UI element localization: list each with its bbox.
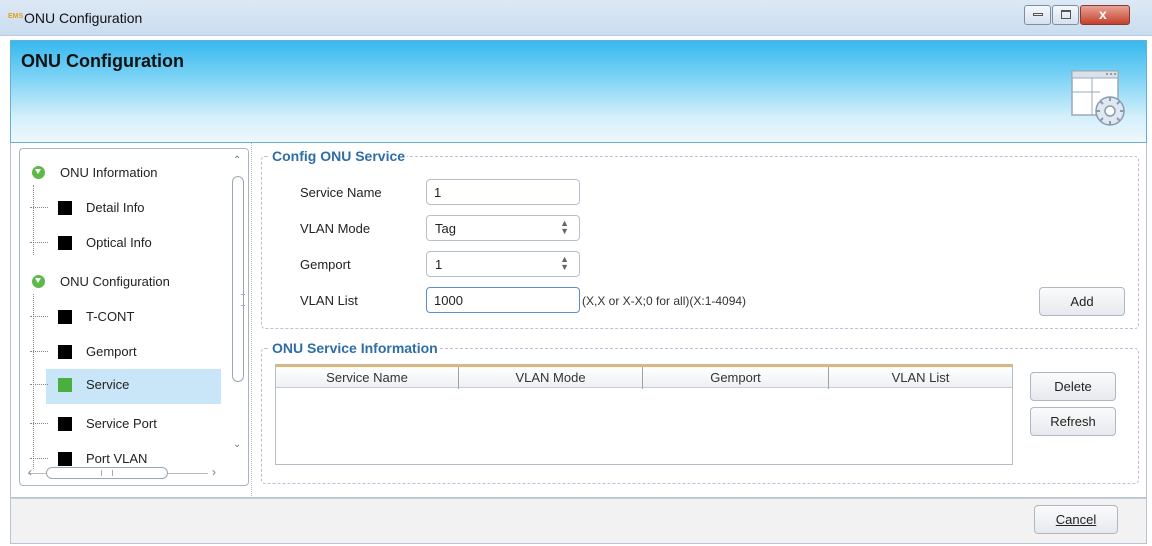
leaf-square-icon xyxy=(58,417,72,431)
page-title: ONU Configuration xyxy=(21,51,184,71)
tree-item-service[interactable]: Service xyxy=(20,369,230,404)
gemport-select[interactable]: 1 ▲ ▼ xyxy=(426,251,580,277)
column-header-service-name[interactable]: Service Name xyxy=(276,367,459,389)
maximize-button[interactable] xyxy=(1052,5,1079,25)
tree-item-detail-info[interactable]: Detail Info xyxy=(20,192,230,224)
tree-item-onu-information[interactable]: ONU Information xyxy=(20,157,230,189)
navigation-tree: ONU Information Detail Info Optical Info… xyxy=(19,148,249,486)
expand-circle-icon[interactable] xyxy=(32,166,45,179)
grip-icon xyxy=(101,470,113,476)
gemport-label: Gemport xyxy=(300,257,351,272)
tree-connector xyxy=(30,384,48,385)
vlan-mode-value: Tag xyxy=(435,221,456,236)
tree-item-gemport[interactable]: Gemport xyxy=(20,336,230,368)
service-table[interactable]: Service Name VLAN Mode Gemport VLAN List xyxy=(275,364,1013,465)
tree-item-label: Gemport xyxy=(86,344,137,359)
scroll-thumb[interactable] xyxy=(232,176,245,382)
tree-item-label: Detail Info xyxy=(86,200,145,215)
title-bar: EMS ONU Configuration x xyxy=(0,0,1152,36)
expand-circle-icon[interactable] xyxy=(32,275,45,288)
cancel-button-label: Cancel xyxy=(1055,512,1097,527)
column-header-gemport[interactable]: Gemport xyxy=(643,367,829,389)
tree-horizontal-scrollbar[interactable]: ‹ › xyxy=(20,461,228,485)
vlan-mode-label: VLAN Mode xyxy=(300,221,371,236)
grip-icon xyxy=(241,294,245,306)
scroll-down-icon[interactable]: ⌄ xyxy=(233,439,241,450)
leaf-square-icon xyxy=(58,236,72,250)
vlan-list-input[interactable] xyxy=(426,287,580,313)
header-banner: ONU Configuration xyxy=(10,40,1147,143)
add-button[interactable]: Add xyxy=(1039,287,1125,316)
column-header-vlan-mode[interactable]: VLAN Mode xyxy=(459,367,643,389)
tree-item-label: ONU Information xyxy=(60,165,158,180)
leaf-square-icon xyxy=(58,345,72,359)
tree-item-t-cont[interactable]: T-CONT xyxy=(20,301,230,333)
leaf-square-icon xyxy=(58,201,72,215)
app-logo-icon: EMS xyxy=(8,13,24,20)
service-name-input[interactable] xyxy=(426,179,580,205)
maximize-icon xyxy=(1061,10,1071,19)
refresh-button[interactable]: Refresh xyxy=(1030,407,1116,436)
close-button[interactable]: x xyxy=(1080,5,1130,25)
tree-item-label: Optical Info xyxy=(86,235,152,250)
tree-item-onu-configuration[interactable]: ONU Configuration xyxy=(20,266,230,298)
config-onu-service-group: Config ONU Service Service Name VLAN Mod… xyxy=(261,148,1139,329)
footer-bar: Cancel xyxy=(10,498,1147,544)
tree-connector xyxy=(30,351,48,352)
tree-item-label: ONU Configuration xyxy=(60,274,170,289)
vlan-list-label: VLAN List xyxy=(300,293,358,308)
vlan-mode-select[interactable]: Tag ▲ ▼ xyxy=(426,215,580,241)
scroll-up-icon[interactable]: ⌃ xyxy=(233,155,241,166)
minimize-icon xyxy=(1033,13,1043,16)
service-name-label: Service Name xyxy=(300,185,382,200)
tree-connector xyxy=(30,423,48,424)
column-header-vlan-list[interactable]: VLAN List xyxy=(829,367,1012,389)
minimize-button[interactable] xyxy=(1024,5,1051,25)
tree-item-label: Service xyxy=(86,377,130,392)
panel-divider[interactable] xyxy=(251,143,253,498)
delete-button[interactable]: Delete xyxy=(1030,372,1116,401)
tree-connector xyxy=(30,316,48,317)
scroll-right-icon[interactable]: › xyxy=(212,465,216,479)
scroll-thumb[interactable] xyxy=(46,467,168,479)
gemport-value: 1 xyxy=(435,257,443,272)
config-window-gear-icon xyxy=(1071,70,1125,126)
window-title: ONU Configuration xyxy=(24,10,143,26)
tree-vertical-scrollbar[interactable]: ⌃ ⌄ xyxy=(228,149,248,461)
tree-connector xyxy=(30,242,48,243)
tree-item-service-port[interactable]: Service Port xyxy=(20,408,230,440)
tree-item-label: Service Port xyxy=(86,416,157,431)
tree-connector xyxy=(30,458,48,459)
main-panel: ONU Information Detail Info Optical Info… xyxy=(10,143,1147,498)
group-title: Config ONU Service xyxy=(270,148,408,164)
vlan-list-hint: (X,X or X-X;0 for all)(X:1-4094) xyxy=(582,294,747,308)
leaf-square-icon xyxy=(58,310,72,324)
onu-service-information-group: ONU Service Information Service Name VLA… xyxy=(261,340,1139,484)
scroll-left-icon[interactable]: ‹ xyxy=(28,465,32,479)
cancel-button[interactable]: Cancel xyxy=(1034,505,1118,534)
tree-item-label: T-CONT xyxy=(86,309,135,324)
tree-item-optical-info[interactable]: Optical Info xyxy=(20,227,230,259)
leaf-square-icon xyxy=(58,378,72,392)
selection-highlight xyxy=(46,369,221,404)
table-header: Service Name VLAN Mode Gemport VLAN List xyxy=(276,365,1012,389)
close-icon: x xyxy=(1099,6,1107,22)
spinner-arrows-icon: ▲ ▼ xyxy=(560,218,569,236)
spinner-arrows-icon: ▲ ▼ xyxy=(560,254,569,272)
tree-connector xyxy=(30,207,48,208)
group-title: ONU Service Information xyxy=(270,340,440,356)
